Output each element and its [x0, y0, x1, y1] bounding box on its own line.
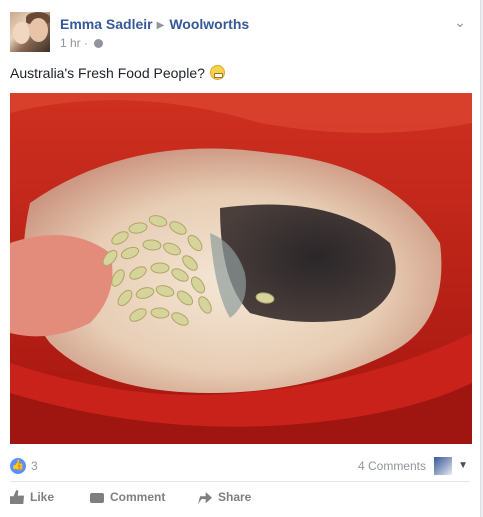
share-arrow-icon: [198, 492, 212, 504]
divider: [10, 481, 470, 482]
chevron-down-icon[interactable]: ⌄: [454, 14, 466, 31]
action-bar: Like Comment Share: [10, 490, 470, 510]
thumbs-up-icon: [10, 490, 24, 504]
post-title: Emma Sadleir ▶ Woolworths: [60, 16, 249, 32]
post-meta: 1 hr ·: [60, 36, 104, 50]
timestamp[interactable]: 1 hr: [60, 36, 81, 50]
like-reaction-icon[interactable]: 👍: [10, 458, 26, 474]
comment-button[interactable]: Comment: [90, 490, 165, 504]
author-link[interactable]: Emma Sadleir: [60, 16, 153, 32]
post-card: Emma Sadleir ▶ Woolworths 1 hr · ⌄ Austral…: [0, 0, 481, 517]
comment-label: Comment: [110, 490, 166, 504]
reaction-stats: 👍 3 4 Comments ▼: [10, 457, 470, 475]
post-message: Australia's Fresh Food People?: [10, 65, 225, 81]
commenter-avatar[interactable]: [434, 457, 452, 475]
share-button[interactable]: Share: [198, 490, 251, 504]
like-label: Like: [30, 490, 55, 504]
grimace-emoji-icon: [209, 65, 225, 80]
globe-icon[interactable]: [94, 39, 104, 48]
post-text: Australia's Fresh Food People?: [10, 65, 205, 81]
like-count[interactable]: 3: [31, 459, 38, 473]
caret-down-icon[interactable]: ▼: [458, 460, 468, 471]
page-link[interactable]: Woolworths: [169, 16, 249, 32]
like-button[interactable]: Like: [10, 490, 54, 504]
post-photo[interactable]: [10, 93, 472, 444]
post-header: Emma Sadleir ▶ Woolworths 1 hr · ⌄: [10, 12, 470, 56]
comments-count-link[interactable]: 4 Comments: [358, 459, 426, 473]
shared-to-arrow-icon: ▶: [156, 20, 165, 31]
meta-separator: ·: [84, 36, 89, 50]
comment-bubble-icon: [90, 493, 104, 503]
avatar[interactable]: [10, 12, 50, 52]
share-label: Share: [218, 490, 252, 504]
